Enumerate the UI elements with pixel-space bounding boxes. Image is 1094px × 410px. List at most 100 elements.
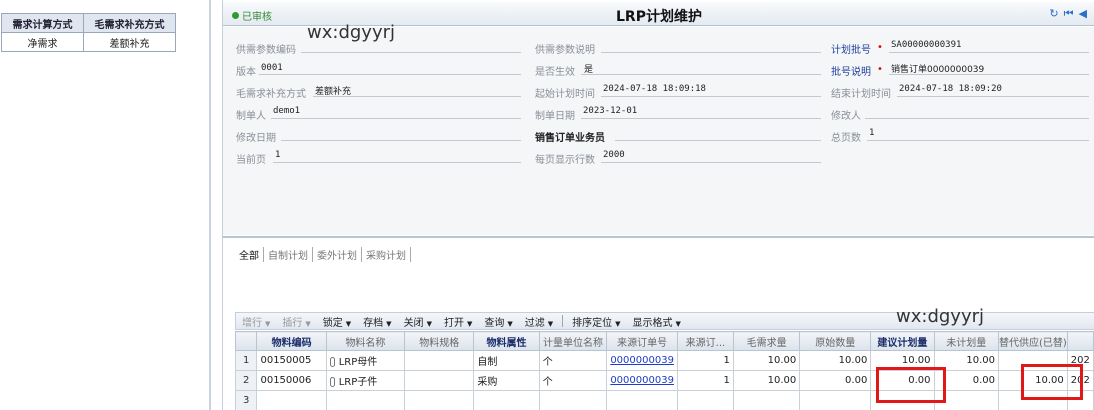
insert-row-button[interactable]: 插行 ▼ <box>276 314 316 329</box>
required-icon: • <box>877 42 883 53</box>
field-plan-batch-value[interactable]: SA00000000391 <box>891 40 961 50</box>
column-header[interactable]: 计量单位名称 <box>538 331 608 351</box>
field-total-pages-label: 总页数 <box>831 133 861 144</box>
field-batch-desc-label: 批号说明 <box>831 67 871 78</box>
source-order-line-cell[interactable]: 1 <box>676 350 734 371</box>
gross-demand-cell[interactable]: 10.00 <box>732 350 801 371</box>
field-create-date-label: 制单日期 <box>535 111 575 122</box>
tab-self-made[interactable]: 自制计划 <box>264 247 313 262</box>
archive-button[interactable]: 存档 ▼ <box>357 314 397 329</box>
supplement-method-header: 毛需求补充方式 <box>83 13 176 33</box>
material-name-cell[interactable]: LRP母件 <box>325 350 406 371</box>
field-version-label: 版本 <box>236 67 256 78</box>
column-header[interactable]: 物料属性 <box>473 331 540 351</box>
lrp-plan-panel: 已审核 LRP计划维护 ↻ ⏮ ◀ 供需参数编码 版本 0001 毛需求补充方式… <box>222 0 1094 410</box>
material-spec-cell[interactable] <box>404 370 475 391</box>
column-header[interactable]: 物料规格 <box>404 331 475 351</box>
prev-icon[interactable]: ◀ <box>1079 7 1087 21</box>
filter-button[interactable]: 过滤 ▼ <box>519 314 559 329</box>
chevron-down-icon: ▼ <box>466 319 473 328</box>
unit-cell[interactable]: 个 <box>538 350 608 371</box>
material-attr-cell[interactable]: 采购 <box>473 370 540 391</box>
highlight-suggested-qty <box>876 367 946 403</box>
column-header[interactable]: 未计划量 <box>933 331 999 351</box>
column-header[interactable]: 原始数量 <box>799 331 872 351</box>
refresh-icon[interactable]: ↻ <box>1049 7 1058 21</box>
tab-outsourced[interactable]: 委外计划 <box>313 247 362 262</box>
grid-header-row: 物料编码 物料名称 物料规格 物料属性 计量单位名称 来源订单号 来源订... … <box>234 331 1094 351</box>
column-header[interactable]: 来源订... <box>676 331 734 351</box>
supplement-method-cell[interactable]: 差额补充 <box>83 32 176 52</box>
lock-button[interactable]: 锁定 ▼ <box>317 314 357 329</box>
attachment-icon <box>329 357 335 367</box>
field-modifier-label: 修改人 <box>831 111 861 122</box>
field-rows-per-page-label: 每页显示行数 <box>535 155 595 166</box>
original-qty-cell[interactable]: 0.00 <box>799 370 872 391</box>
material-name-cell[interactable] <box>325 390 406 410</box>
field-creator-value[interactable]: demo1 <box>273 106 300 116</box>
chevron-down-icon: ▼ <box>507 319 513 328</box>
column-header[interactable]: 物料名称 <box>325 331 406 351</box>
material-code-cell[interactable]: 00150006 <box>256 370 327 391</box>
row-number: 2 <box>234 370 258 391</box>
source-order-link[interactable] <box>606 390 678 410</box>
original-qty-cell[interactable] <box>799 390 872 410</box>
source-order-link[interactable]: 0000000039 <box>606 350 678 371</box>
field-version-value[interactable]: 0001 <box>261 63 283 73</box>
calc-method-table: 需求计算方式 毛需求补充方式 净需求 差额补充 <box>1 13 176 52</box>
required-icon: • <box>877 64 883 75</box>
source-order-line-cell[interactable]: 1 <box>676 370 734 391</box>
source-order-link[interactable]: 0000000039 <box>606 370 678 391</box>
form-area: 供需参数编码 版本 0001 毛需求补充方式 差额补充 制单人 demo1 修改… <box>223 27 1094 235</box>
column-header[interactable]: 建议计划量 <box>870 331 935 351</box>
field-modified-date-label: 修改日期 <box>236 133 276 144</box>
unit-cell[interactable] <box>538 390 608 410</box>
first-icon[interactable]: ⏮ <box>1064 7 1074 21</box>
field-rows-per-page-value[interactable]: 2000 <box>603 150 625 160</box>
open-button[interactable]: 打开 ▼ <box>438 314 478 329</box>
table-row[interactable]: 2 00150006 LRP子件 采购 个 0000000039 1 10.00… <box>234 370 1094 391</box>
original-qty-cell[interactable]: 10.00 <box>799 350 872 371</box>
material-code-cell[interactable]: 00150005 <box>256 350 327 371</box>
material-spec-cell[interactable] <box>404 390 475 410</box>
material-spec-cell[interactable] <box>404 350 475 371</box>
field-gross-supplement-label: 毛需求补充方式 <box>236 89 306 100</box>
gross-demand-cell[interactable]: 10.00 <box>732 370 801 391</box>
field-current-page-value[interactable]: 1 <box>275 150 280 160</box>
column-header[interactable] <box>1066 331 1094 351</box>
display-format-button[interactable]: 显示格式 ▼ <box>627 314 687 329</box>
panel-divider[interactable] <box>209 0 211 410</box>
tab-purchase[interactable]: 采购计划 <box>362 247 411 262</box>
field-end-time-label: 结束计划时间 <box>831 89 891 100</box>
column-header[interactable]: 毛需求量 <box>732 331 801 351</box>
sort-locate-button[interactable]: 排序定位 ▼ <box>566 314 626 329</box>
material-attr-cell[interactable] <box>473 390 540 410</box>
chevron-down-icon: ▼ <box>426 319 432 328</box>
material-name-cell[interactable]: LRP子件 <box>325 370 406 391</box>
field-effective-label: 是否生效 <box>535 67 575 78</box>
table-row[interactable]: 3 <box>234 390 1094 410</box>
column-header[interactable]: 替代供应(已替) <box>997 331 1068 351</box>
field-start-time-value[interactable]: 2024-07-18 18:09:18 <box>603 84 706 94</box>
field-create-date-value[interactable]: 2023-12-01 <box>583 106 637 116</box>
row-number: 1 <box>234 350 258 371</box>
add-row-button[interactable]: 增行 ▼ <box>236 314 276 329</box>
calc-method-cell[interactable]: 净需求 <box>1 32 84 52</box>
table-row[interactable]: 1 00150005 LRP母件 自制 个 0000000039 1 10.00… <box>234 350 1094 371</box>
field-total-pages-value[interactable]: 1 <box>869 128 874 138</box>
highlight-substitute-supply <box>1021 364 1083 400</box>
close-button[interactable]: 关闭 ▼ <box>398 314 438 329</box>
gross-demand-cell[interactable] <box>732 390 801 410</box>
material-code-cell[interactable] <box>256 390 327 410</box>
column-header[interactable]: 物料编码 <box>256 331 327 351</box>
field-current-page-label: 当前页 <box>236 155 266 166</box>
source-order-line-cell[interactable] <box>676 390 734 410</box>
tab-all[interactable]: 全部 <box>235 247 264 262</box>
unit-cell[interactable]: 个 <box>538 370 608 391</box>
material-attr-cell[interactable]: 自制 <box>473 350 540 371</box>
field-creator-label: 制单人 <box>236 111 266 122</box>
column-header[interactable]: 来源订单号 <box>606 331 678 351</box>
query-button[interactable]: 查询 ▼ <box>478 314 518 329</box>
field-end-time-value[interactable]: 2024-07-18 18:09:20 <box>899 84 1002 94</box>
attachment-icon <box>329 377 335 387</box>
